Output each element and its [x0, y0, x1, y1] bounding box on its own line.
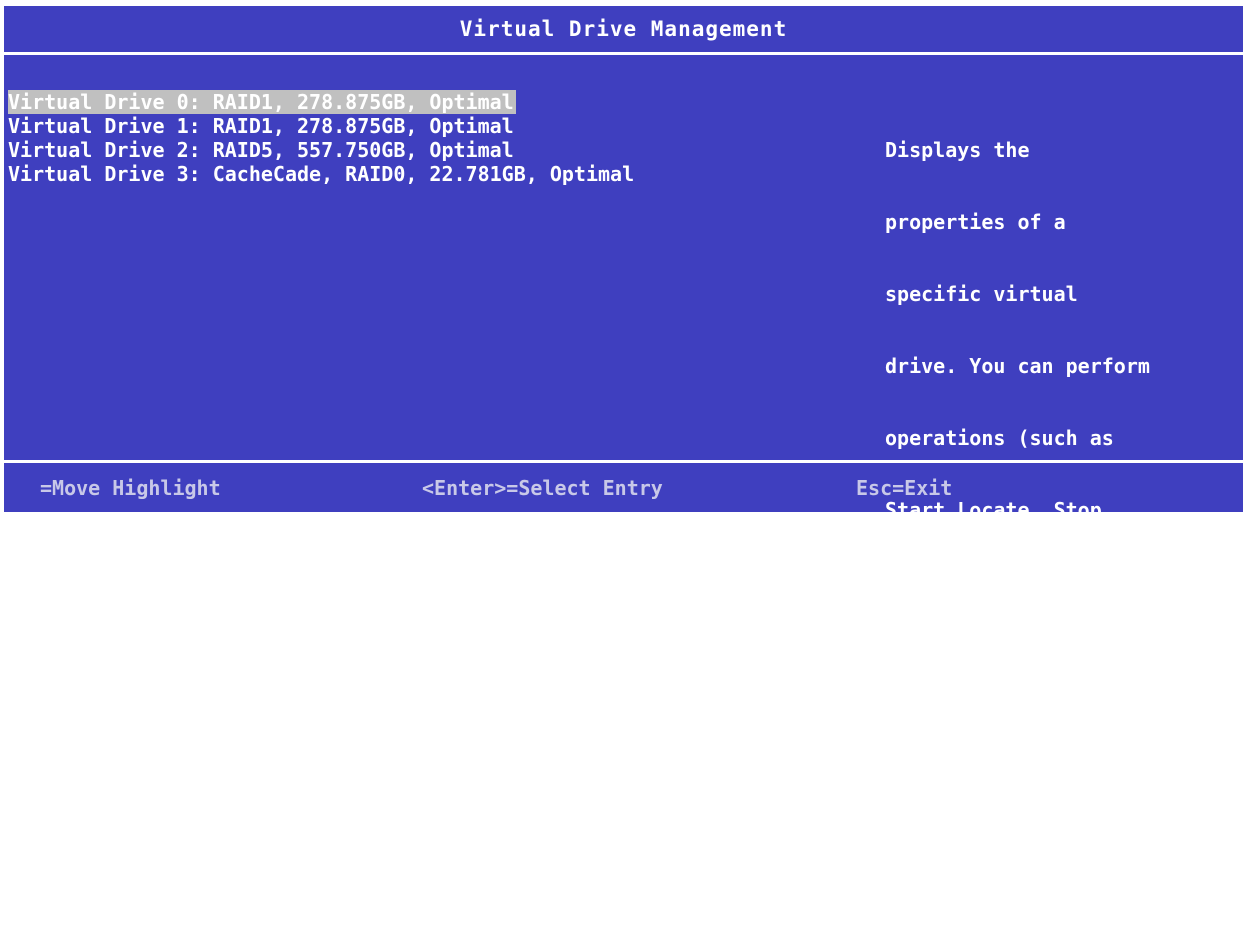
help-line: additional properties.	[885, 858, 1150, 882]
exit-hint: Esc=Exit	[856, 476, 953, 500]
key-hints-bar: =Move Highlight <Enter>=Select Entry Esc…	[4, 464, 1243, 512]
select-entry-hint: <Enter>=Select Entry	[422, 476, 663, 500]
virtual-drive-item-3[interactable]: Virtual Drive 3: CacheCade, RAID0, 22.78…	[8, 162, 708, 186]
virtual-drive-label: Virtual Drive 3: CacheCade, RAID0, 22.78…	[8, 162, 635, 186]
help-line: drive. You can perform	[885, 354, 1150, 378]
help-line: properties of a	[885, 210, 1066, 234]
help-line: properties and click	[885, 714, 1126, 738]
help-line: Locate, Consistency	[885, 570, 1114, 594]
title-divider	[4, 52, 1243, 55]
move-highlight-hint: =Move Highlight	[40, 476, 221, 500]
help-line: Advanced for viewing	[885, 786, 1126, 810]
virtual-drive-item-0[interactable]: Virtual Drive 0: RAID1, 278.875GB, Optim…	[8, 90, 708, 114]
help-line: Check), view basic	[885, 642, 1102, 666]
help-line: operations (such as	[885, 426, 1114, 450]
virtual-drive-label: Virtual Drive 1: RAID1, 278.875GB, Optim…	[8, 114, 514, 138]
help-line: Displays the	[885, 138, 1030, 162]
bios-screen: Virtual Drive Management Virtual Drive 0…	[4, 6, 1243, 882]
virtual-drive-label: Virtual Drive 2: RAID5, 557.750GB, Optim…	[8, 138, 514, 162]
virtual-drive-item-1[interactable]: Virtual Drive 1: RAID1, 278.875GB, Optim…	[8, 114, 708, 138]
footer-divider	[4, 460, 1243, 463]
virtual-drive-label: Virtual Drive 0: RAID1, 278.875GB, Optim…	[8, 90, 516, 114]
virtual-drive-list: Virtual Drive 0: RAID1, 278.875GB, Optim…	[8, 90, 708, 186]
help-line: specific virtual	[885, 282, 1078, 306]
virtual-drive-item-2[interactable]: Virtual Drive 2: RAID5, 557.750GB, Optim…	[8, 138, 708, 162]
page-title: Virtual Drive Management	[459, 17, 788, 41]
